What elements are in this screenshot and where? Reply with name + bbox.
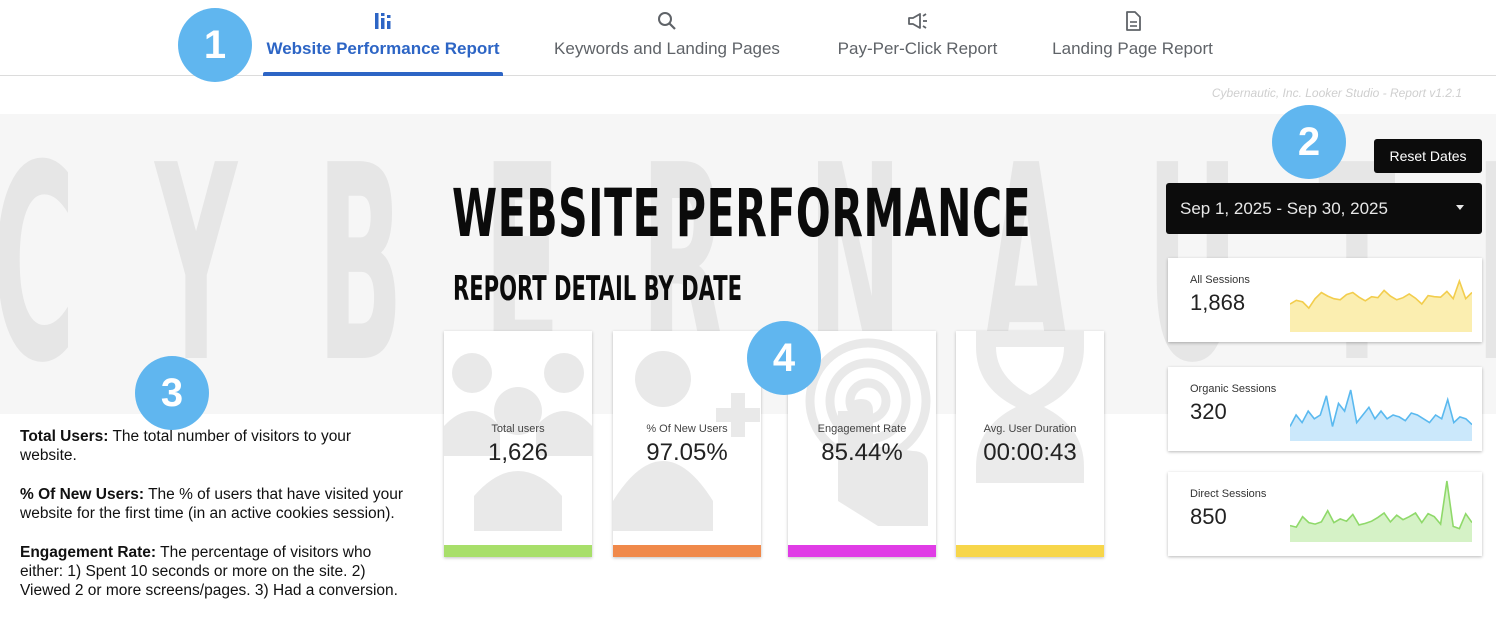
tab-label: Pay-Per-Click Report	[837, 39, 998, 58]
tab-label: Landing Page Report	[1052, 39, 1213, 58]
kpi-color-bar	[613, 545, 761, 557]
date-range-picker[interactable]: Sep 1, 2025 - Sep 30, 2025	[1166, 183, 1482, 234]
tab-label: Website Performance Report	[266, 39, 500, 58]
kpi-value: 1,626	[487, 439, 549, 466]
sparkline-card-direct-sessions: Direct Sessions 850	[1168, 472, 1482, 556]
sparkline-label: Direct Sessions	[1190, 488, 1267, 500]
sparkline-label: Organic Sessions	[1190, 383, 1277, 395]
callout-badge-4: 4	[747, 321, 821, 395]
sparkline-card-organic-sessions: Organic Sessions 320	[1168, 367, 1482, 451]
bar-chart-icon	[374, 10, 392, 32]
chevron-down-icon	[1456, 205, 1464, 210]
sparkline-area	[1290, 390, 1472, 441]
kpi-card-avg-user-duration: Avg. User Duration 00:00:43	[956, 331, 1104, 557]
document-icon	[1125, 10, 1141, 32]
definition-total-users: Total Users: The total number of visitor…	[20, 427, 410, 465]
tab-keywords-and-landing-pages[interactable]: Keywords and Landing Pages	[545, 0, 789, 76]
kpi-label: Total users	[491, 423, 545, 435]
sparkline-card-all-sessions: All Sessions 1,868	[1168, 258, 1482, 342]
definition-term: % Of New Users:	[20, 486, 145, 503]
page-title: WEBSITE PERFORMANCE	[452, 175, 1032, 252]
callout-badge-1: 1	[178, 8, 252, 82]
tab-pay-per-click-report[interactable]: Pay-Per-Click Report	[831, 0, 1004, 76]
search-icon	[657, 10, 677, 32]
kpi-card-total-users: Total users 1,626	[444, 331, 592, 557]
sparkline-area	[1290, 481, 1472, 542]
tab-landing-page-report[interactable]: Landing Page Report	[1045, 0, 1220, 76]
sparkline-value: 320	[1190, 399, 1227, 424]
kpi-color-bar	[956, 545, 1104, 557]
callout-badge-2: 2	[1272, 105, 1346, 179]
page-subtitle: REPORT DETAIL BY DATE	[453, 269, 743, 309]
definition-term: Engagement Rate:	[20, 544, 157, 561]
metric-definitions: Total Users: The total number of visitor…	[20, 427, 410, 620]
definition-engagement-rate: Engagement Rate: The percentage of visit…	[20, 543, 410, 600]
sparkline-value: 850	[1190, 504, 1227, 529]
sparkline-chart	[1290, 480, 1472, 542]
tab-website-performance-report[interactable]: Website Performance Report	[263, 0, 503, 76]
sparkline-chart	[1290, 389, 1472, 441]
report-version: Cybernautic, Inc. Looker Studio - Report…	[1211, 86, 1462, 100]
callout-badge-3: 3	[135, 356, 209, 430]
kpi-value: 00:00:43	[983, 439, 1077, 466]
kpi-value: 97.05%	[646, 439, 728, 466]
definition-new-users: % Of New Users: The % of users that have…	[20, 485, 410, 523]
kpi-card-new-users: % Of New Users 97.05%	[613, 331, 761, 557]
kpi-value: 85.44%	[821, 439, 903, 466]
tab-label: Keywords and Landing Pages	[554, 39, 780, 58]
kpi-color-bar	[788, 545, 936, 557]
sparkline-area	[1290, 281, 1472, 332]
active-tab-indicator	[263, 72, 503, 76]
date-range-value: Sep 1, 2025 - Sep 30, 2025	[1180, 198, 1388, 218]
sparkline-value: 1,868	[1190, 290, 1246, 315]
sparkline-label: All Sessions	[1190, 274, 1250, 286]
reset-dates-button[interactable]: Reset Dates	[1374, 139, 1482, 173]
kpi-color-bar	[444, 545, 592, 557]
sparkline-chart	[1290, 278, 1472, 332]
megaphone-icon	[907, 10, 929, 32]
definition-term: Total Users:	[20, 428, 109, 445]
kpi-label: Avg. User Duration	[983, 423, 1077, 435]
kpi-label: Engagement Rate	[817, 423, 907, 435]
kpi-label: % Of New Users	[646, 423, 728, 435]
